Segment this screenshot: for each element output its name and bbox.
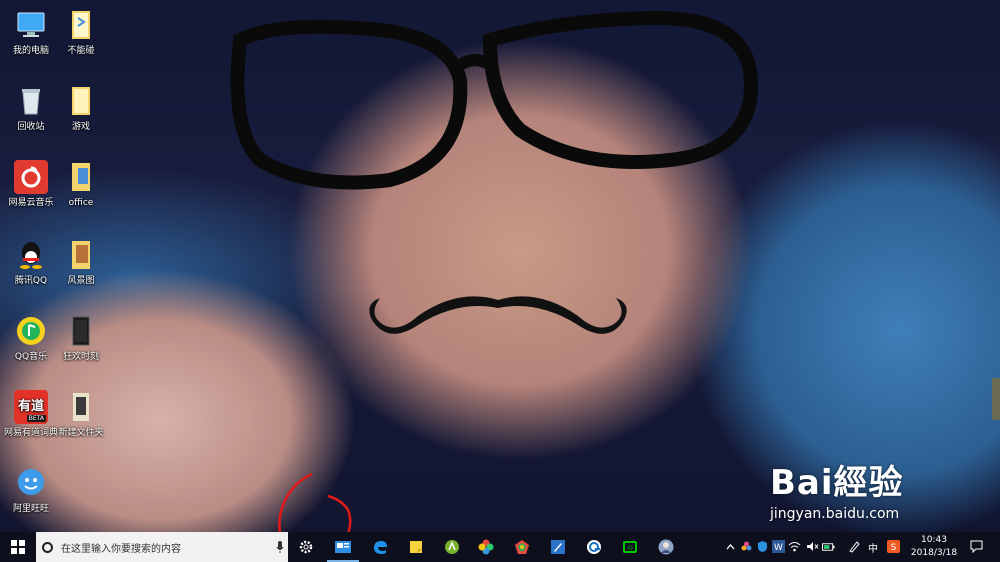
svg-text:iQ: iQ [627,546,632,552]
desktop-icon-party-time[interactable]: 狂欢时刻 [50,314,112,363]
desktop-wallpaper [0,0,1000,532]
aliwangwang-icon [14,466,48,500]
mustache-shape [369,296,627,334]
taskbar: 在这里输入你要搜索的内容 iQ W 中 S 10:43 2018/3/18 [0,532,1000,562]
search-box[interactable]: 在这里输入你要搜索的内容 [36,532,288,562]
watermark-logo: Bai經验 [770,463,904,503]
desktop-icon-new-folder[interactable]: 新建文件夹 [50,390,112,439]
computer-icon [14,8,48,42]
show-hidden-icons-chevron-icon[interactable] [724,540,737,553]
windows-logo-icon [11,540,25,554]
svg-text:W: W [774,543,783,553]
search-placeholder: 在这里输入你要搜索的内容 [61,543,181,555]
tray-app-flower-icon[interactable] [740,540,753,553]
clock-date: 2018/3/18 [910,548,958,558]
security-shield-icon[interactable] [756,540,769,553]
settings-icon[interactable] [296,537,316,557]
qq-music-icon [14,314,48,348]
folder-icon [64,84,98,118]
browser-icon[interactable] [584,537,604,557]
start-button[interactable] [0,532,36,562]
glasses-shape [230,10,758,190]
desktop-icon-office[interactable]: office [50,160,112,209]
battery-icon[interactable] [822,540,835,553]
sticky-notes-icon[interactable] [406,537,426,557]
notification-center-icon[interactable] [970,540,983,553]
green-app-icon[interactable] [442,537,462,557]
microphone-icon[interactable] [272,532,288,562]
news-icon[interactable] [327,537,359,562]
folder-icon [64,8,98,42]
wifi-icon[interactable] [788,540,801,553]
edge-icon[interactable] [370,537,390,557]
folder-icon [64,160,98,194]
desktop-icon-scenery[interactable]: 风景图 [50,238,112,287]
iqiyi-icon[interactable]: iQ [620,537,640,557]
youdao-icon: 有道 BETA [14,390,48,424]
sogou-ime-icon[interactable]: S [887,540,900,553]
avatar-icon[interactable] [656,537,676,557]
svg-text:S: S [891,543,897,553]
beta-badge: BETA [26,415,46,422]
watermark-url: jingyan.baidu.com [770,506,900,522]
clock-time: 10:43 [921,535,947,545]
pen-app-icon[interactable] [548,537,568,557]
desktop-icon-games[interactable]: 游戏 [50,84,112,133]
qq-icon [14,238,48,272]
desktop-icon-buneng-peng[interactable]: 不能碰 [50,8,112,57]
side-scroll-handle[interactable] [992,378,1000,420]
pen-workspace-icon[interactable] [848,540,861,553]
chrome-like-icon[interactable] [512,537,532,557]
recycle-bin-icon [14,84,48,118]
desktop-icon-aliwangwang[interactable]: 阿里旺旺 [0,466,62,515]
system-clock[interactable]: 10:43 2018/3/18 [908,534,960,560]
volume-muted-icon[interactable] [806,540,819,553]
color-wheel-icon[interactable] [476,537,496,557]
netease-music-icon [14,160,48,194]
folder-dark-icon [64,314,98,348]
folder-icon [64,390,98,424]
baidu-jingyan-watermark: Bai經验 jingyan.baidu.com [770,455,904,522]
folder-icon [64,238,98,272]
cortana-icon [42,541,53,553]
input-method-indicator[interactable]: 中 [868,540,878,555]
youdao-glyph: 有道 [17,399,44,414]
word-tray-icon[interactable]: W [772,540,785,553]
